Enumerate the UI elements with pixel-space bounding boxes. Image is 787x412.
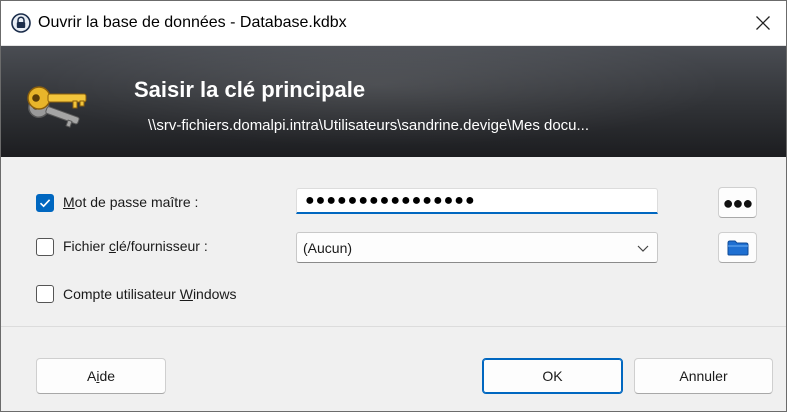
cancel-button-label: Annuler (679, 368, 728, 384)
header-banner: Saisir la clé principale \\srv-fichiers.… (1, 46, 786, 157)
separator (1, 326, 786, 327)
key-icon (27, 86, 87, 128)
database-path: \\srv-fichiers.domalpi.intra\Utilisateur… (148, 117, 590, 134)
master-password-input[interactable]: ●●●●●●●●●●●●●●●● (296, 188, 658, 214)
close-icon (756, 16, 770, 30)
lock-icon (11, 13, 31, 33)
dots-icon: ●●● (722, 192, 754, 213)
dialog-window: Ouvrir la base de données - Database.kdb… (0, 0, 787, 412)
master-password-checkbox[interactable] (36, 194, 54, 212)
title-bar: Ouvrir la base de données - Database.kdb… (1, 1, 786, 46)
windows-account-checkbox[interactable] (36, 285, 54, 303)
key-file-selected: (Aucun) (303, 240, 353, 256)
key-file-checkbox[interactable] (36, 238, 54, 256)
key-file-label[interactable]: Fichier clé/fournisseur : (63, 238, 208, 254)
banner-title: Saisir la clé principale (134, 77, 366, 102)
browse-key-file-button[interactable] (718, 232, 757, 263)
ok-button-label: OK (542, 368, 563, 384)
help-button-label: Aide (86, 368, 116, 384)
folder-icon (727, 240, 748, 255)
banner-background (1, 46, 786, 157)
window-title: Ouvrir la base de données - Database.kdb… (38, 14, 347, 31)
chevron-down-icon (637, 245, 649, 252)
windows-account-label[interactable]: Compte utilisateur Windows (63, 286, 237, 302)
master-password-label[interactable]: Mot de passe maître : (63, 194, 198, 210)
help-button[interactable]: Aide (36, 358, 166, 394)
master-password-value: ●●●●●●●●●●●●●●●● (305, 192, 476, 209)
checkmark-icon (39, 199, 51, 208)
cancel-button[interactable]: Annuler (634, 358, 773, 394)
key-file-select[interactable]: (Aucun) (296, 232, 658, 263)
ok-button[interactable]: OK (482, 358, 623, 394)
close-button[interactable] (740, 1, 786, 45)
reveal-password-button[interactable]: ●●● (718, 187, 757, 218)
